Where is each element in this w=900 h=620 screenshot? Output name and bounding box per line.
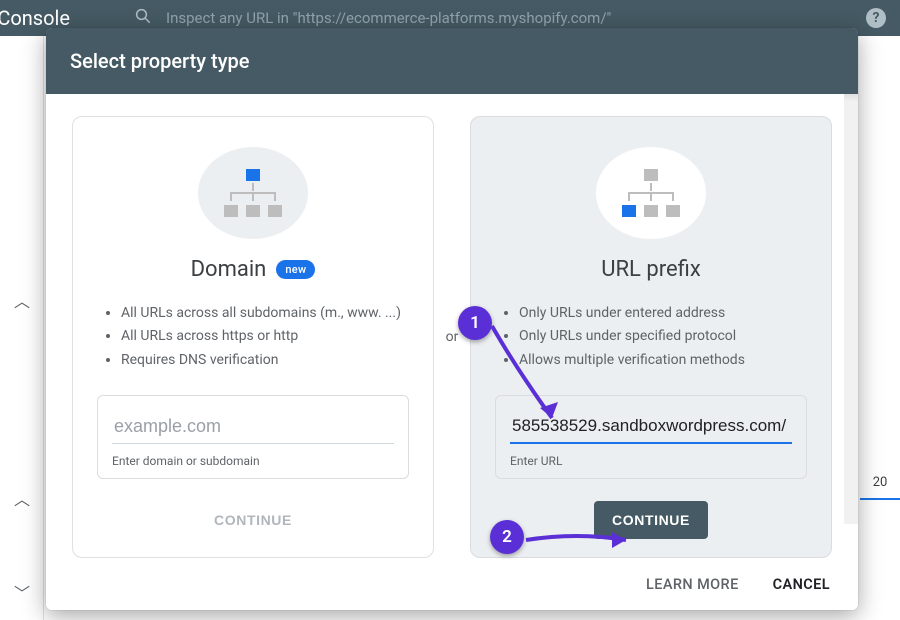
chevron-down-icon[interactable]: ﹀	[14, 580, 30, 604]
help-icon[interactable]: ?	[866, 8, 886, 28]
chevron-up-icon[interactable]: ︿	[14, 288, 30, 312]
domain-helper: Enter domain or subdomain	[112, 454, 394, 468]
learn-more-button[interactable]: LEARN MORE	[646, 576, 739, 593]
domain-heading-text: Domain	[191, 257, 267, 282]
domain-input[interactable]	[112, 412, 394, 444]
domain-continue-button[interactable]: CONTINUE	[196, 501, 310, 539]
list-item: All URLs across all subdomains (m., www.…	[121, 302, 405, 326]
domain-heading: Domain new	[191, 257, 316, 282]
domain-bullets: All URLs across all subdomains (m., www.…	[101, 302, 405, 373]
new-badge: new	[276, 260, 315, 279]
domain-input-wrap: Enter domain or subdomain	[97, 395, 409, 479]
annotation-arrow-1	[486, 318, 576, 438]
url-prefix-heading-text: URL prefix	[601, 257, 701, 282]
list-item: All URLs across https or http	[121, 325, 405, 349]
search-placeholder[interactable]: Inspect any URL in "https://ecommerce-pl…	[166, 9, 611, 27]
url-helper: Enter URL	[510, 454, 792, 468]
modal-body: Domain new All URLs across all subdomain…	[46, 94, 858, 558]
date-tab[interactable]: 20	[860, 450, 900, 500]
left-rail: ︿ ︿ ﹀	[0, 36, 44, 620]
chevron-up-icon[interactable]: ︿	[14, 486, 30, 510]
select-property-modal: Select property type Domain new All URLs…	[46, 28, 858, 610]
annotation-badge-2: 2	[490, 520, 524, 554]
cancel-button[interactable]: CANCEL	[773, 576, 830, 593]
modal-footer: LEARN MORE CANCEL	[46, 558, 858, 610]
annotation-arrow-2	[522, 526, 642, 556]
modal-title: Select property type	[46, 28, 858, 94]
url-prefix-icon	[596, 147, 706, 239]
app-brand: Console	[0, 6, 70, 30]
domain-icon	[198, 147, 308, 239]
list-item: Requires DNS verification	[121, 349, 405, 373]
search-icon	[134, 7, 152, 30]
domain-card[interactable]: Domain new All URLs across all subdomain…	[72, 116, 434, 558]
url-prefix-heading: URL prefix	[601, 257, 701, 282]
